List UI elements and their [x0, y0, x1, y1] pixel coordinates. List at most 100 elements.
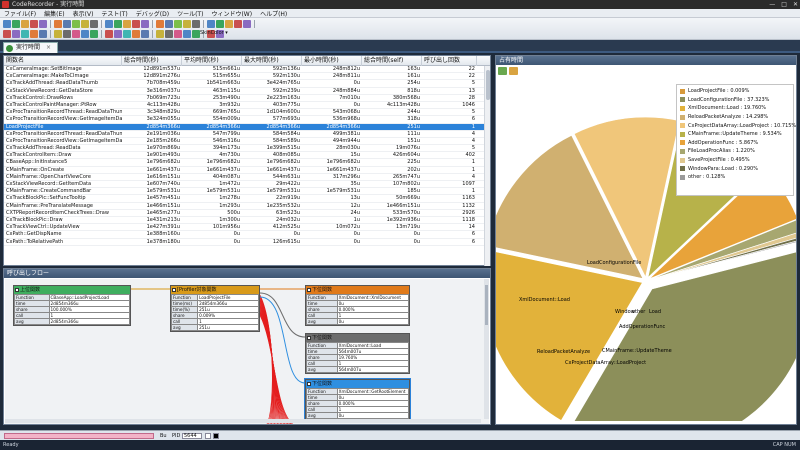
toolbar-button-icon[interactable] [81, 20, 89, 28]
table-row[interactable]: CxTrackBlockPic::Draw 1e431m213u 1m300u 24m… [4, 217, 490, 225]
table-row[interactable]: CMainFrame::PreTranslateMessage 1e466m151… [4, 203, 490, 210]
toolbar-button-icon[interactable] [21, 30, 29, 38]
menu-debug[interactable]: デバッグ(D) [136, 9, 169, 18]
table-row[interactable]: CxPath::ToRelativePath 1e378m180u 0u 126m61… [4, 239, 490, 246]
toolbar-button-icon[interactable] [30, 20, 38, 28]
flow-scrollbar[interactable] [484, 279, 489, 419]
table-row[interactable]: CxTrackControlItem::Draw 1e901m493u 4m730u… [4, 152, 490, 160]
minimize-button[interactable]: — [769, 0, 775, 9]
maximize-button[interactable]: □ [781, 0, 787, 9]
menu-help[interactable]: ヘルプ(H) [260, 9, 287, 18]
table-scrollbar[interactable] [484, 66, 490, 266]
toolbar-button-icon[interactable] [12, 30, 20, 38]
column-header[interactable]: 呼び出し回数 [422, 56, 477, 66]
toolbar-button-icon[interactable] [114, 30, 122, 38]
toolbar-button-icon[interactable] [207, 20, 215, 28]
menu-view[interactable]: 表示(V) [73, 9, 94, 18]
toolbar-button-icon[interactable] [39, 20, 47, 28]
toolbar-button-icon[interactable] [132, 20, 140, 28]
table-row[interactable]: CxProcTransitionRecordView::GetImageItem… [4, 138, 490, 146]
toolbar-button-icon[interactable] [12, 20, 20, 28]
toolbar-button-icon[interactable] [105, 20, 113, 28]
table-row[interactable]: CxTrackControlPaintManager::PtRow 4c113m4… [4, 102, 490, 110]
table-row[interactable]: CMainFrame::OnCreate 1e661m437u 1e661m437u… [4, 167, 490, 174]
table-row[interactable]: CxTrackAddThread::ReadDataThumb 7b708m459… [4, 80, 490, 88]
table-row[interactable]: CxProcTransitionRecordThread::ReadDataTh… [4, 109, 490, 117]
toolbar-button-icon[interactable] [21, 20, 29, 28]
toolbar-button-icon[interactable] [72, 20, 80, 28]
settings-icon[interactable] [509, 67, 518, 75]
toolbar-button-icon[interactable] [63, 30, 71, 38]
toolbar-button-icon[interactable] [192, 30, 200, 38]
call-flow-canvas[interactable]: 上位関数 Function CBaseApp::LoadProjectLoad tim… [5, 279, 489, 424]
table-row[interactable]: CxTrackViewCtrl::UpdateView 1e427m391u 101… [4, 224, 490, 232]
menu-test[interactable]: テスト(T) [101, 9, 127, 18]
toolbar-button-icon[interactable] [183, 30, 191, 38]
table-row[interactable]: CBaseApp::InitInstance5 1e796m682u 1e796m6… [4, 159, 490, 167]
flow-node[interactable]: 下位関数 Function XmlDocument::Load time 564m007… [305, 333, 410, 374]
table-row[interactable]: CxProcTransitionRecordThread::ReadDataTh… [4, 131, 490, 138]
toolbar-button-icon[interactable] [165, 20, 173, 28]
pid-field[interactable]: 5644 [182, 433, 202, 439]
toolbar-button-icon[interactable] [30, 30, 38, 38]
toolbar-button-icon[interactable] [225, 20, 233, 28]
color-black-swatch[interactable] [213, 433, 219, 439]
table-row[interactable]: CMainFrame::OpenChartViewCore 1e616m151u 4… [4, 174, 490, 181]
expand-icon[interactable] [15, 288, 19, 292]
close-button[interactable]: ✕ [793, 0, 798, 9]
table-row[interactable]: CxStackViewRecord::GetDataStore 3e316m037… [4, 88, 490, 95]
table-row[interactable]: LoadProjectFile 2d854m366u 2d854m366u 2d854… [4, 123, 490, 131]
skin-color-dropdown[interactable]: SkinColor ▾ [200, 30, 228, 36]
toolbar-button-icon[interactable] [216, 20, 224, 28]
column-header[interactable]: 総合時間(self) [362, 56, 422, 66]
toolbar-button-icon[interactable] [132, 30, 140, 38]
flow-node[interactable]: [Profiler対象関数 Function LoadProjectFile time… [170, 285, 260, 332]
column-header[interactable]: 平均時間(秒) [182, 56, 242, 66]
toolbar-button-icon[interactable] [165, 30, 173, 38]
toolbar-button-icon[interactable] [63, 20, 71, 28]
expand-icon[interactable] [172, 288, 176, 292]
column-header[interactable]: 関数名 [4, 56, 122, 66]
toolbar-button-icon[interactable] [90, 20, 98, 28]
flow-node[interactable]: 下位関数 Function XmlDocument::GetRootElement t… [304, 378, 411, 421]
toolbar-button-icon[interactable] [90, 30, 98, 38]
expand-icon[interactable] [307, 336, 311, 340]
table-row[interactable]: CxCameraImage::MakeToCImage 12d891m276u 51… [4, 73, 490, 81]
menu-file[interactable]: ファイル(F) [4, 9, 36, 18]
table-row[interactable]: CMainFrame::CreateCommandBar 1e579m531u 1e… [4, 188, 490, 196]
table-row[interactable]: CxTrackAddThread::ReadData 1e970m869u 394m… [4, 145, 490, 153]
toolbar-button-icon[interactable] [174, 20, 182, 28]
toolbar-button-icon[interactable] [156, 20, 164, 28]
tab-execution-time[interactable]: 実行時間 × [3, 42, 58, 53]
toolbar-button-icon[interactable] [114, 20, 122, 28]
table-row[interactable]: CxCameraImage::SetBitImage 12d891m537u 515… [4, 66, 490, 74]
table-row[interactable]: CxStackViewRecord::GetItemData 1e607m740u… [4, 181, 490, 189]
menu-window[interactable]: ウィンドウ(W) [211, 9, 252, 18]
tab-close-button[interactable]: × [46, 44, 51, 51]
expand-icon[interactable] [307, 288, 311, 292]
toolbar-button-icon[interactable] [123, 30, 131, 38]
column-header[interactable]: 総合時間(秒) [122, 56, 182, 66]
toolbar-button-icon[interactable] [3, 30, 11, 38]
toolbar-button-icon[interactable] [105, 30, 113, 38]
chart-icon[interactable] [498, 67, 507, 75]
toolbar-button-icon[interactable] [243, 20, 251, 28]
toolbar-button-icon[interactable] [234, 20, 242, 28]
toolbar-button-icon[interactable] [192, 20, 200, 28]
scroll-thumb[interactable] [486, 70, 490, 100]
table-row[interactable]: CxTrackBlockPic::SetFuncTooltip 1e457m451… [4, 195, 490, 203]
toolbar-button-icon[interactable] [156, 30, 164, 38]
table-row[interactable]: CXTPReportRecordItemCheckTrees::Draw 1e46… [4, 210, 490, 217]
flow-node[interactable]: 上位関数 Function CBaseApp::LoadProjectLoad tim… [13, 285, 131, 326]
toolbar-button-icon[interactable] [54, 20, 62, 28]
toolbar-button-icon[interactable] [3, 20, 11, 28]
column-header[interactable]: 最大時間(秒) [242, 56, 302, 66]
column-header[interactable]: 最小時間(秒) [302, 56, 362, 66]
toolbar-button-icon[interactable] [141, 30, 149, 38]
toolbar-button-icon[interactable] [39, 30, 47, 38]
menu-edit[interactable]: 編集(E) [44, 9, 64, 18]
toolbar-button-icon[interactable] [54, 30, 62, 38]
flow-node[interactable]: 下位関数 Function XmlDocument::XmlDocument time… [305, 285, 410, 326]
toolbar-button-icon[interactable] [183, 20, 191, 28]
table-row[interactable]: CxPath::GetDispName 1e388m160u 0u 0u 0u 0u 6 [4, 231, 490, 239]
